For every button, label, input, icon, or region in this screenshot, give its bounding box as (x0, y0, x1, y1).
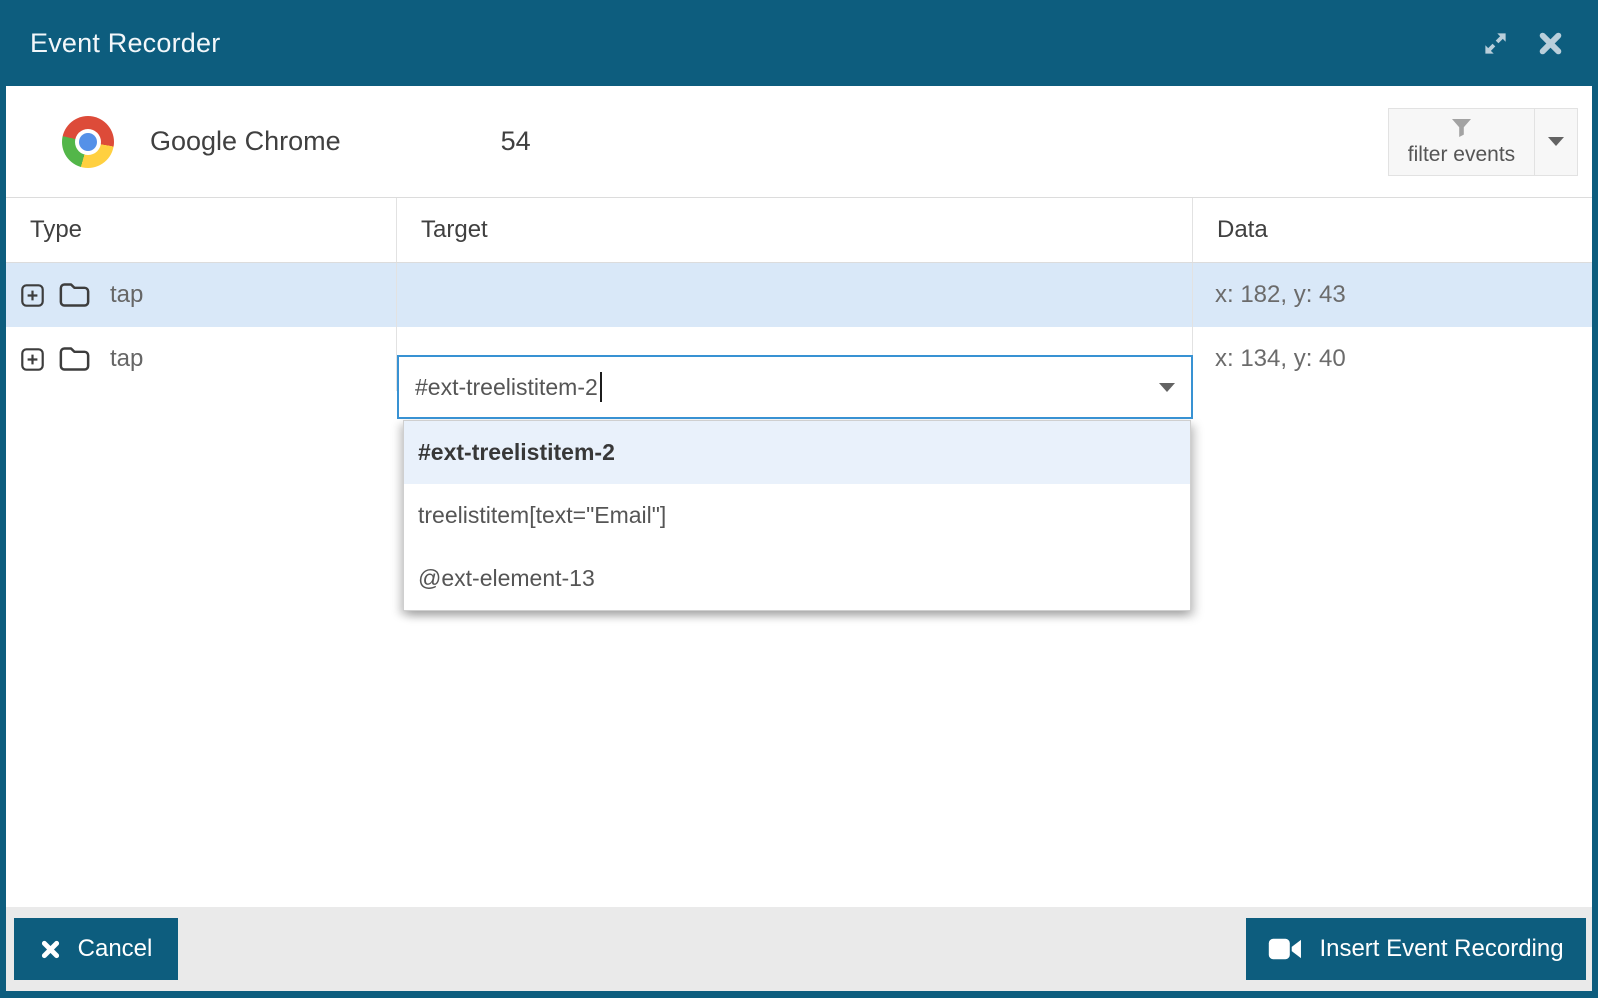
target-combo-dropdown: #ext-treelistitem-2 treelistitem[text="E… (403, 420, 1191, 611)
folder-icon (59, 283, 90, 307)
cancel-button[interactable]: Cancel (14, 918, 178, 980)
grid-body: tap x: 182, y: 43 tap x: 134, y: 40 #ext… (6, 263, 1592, 907)
close-icon[interactable] (1537, 30, 1564, 57)
column-header-type[interactable]: Type (6, 198, 397, 262)
footer-bar: Cancel Insert Event Recording (6, 907, 1592, 991)
browser-version: 54 (500, 126, 531, 156)
target-cell (397, 263, 1193, 327)
column-header-target[interactable]: Target (397, 198, 1193, 262)
cancel-x-icon (41, 940, 59, 958)
filter-events-label: filter events (1407, 143, 1516, 166)
dropdown-option[interactable]: @ext-element-13 (404, 547, 1190, 610)
titlebar: Event Recorder (0, 0, 1598, 86)
event-recorder-dialog: Event Recorder Google Chrome 54 filter e… (0, 0, 1598, 998)
titlebar-tools (1482, 30, 1564, 57)
filter-funnel-icon (1452, 119, 1471, 137)
dialog-content: Google Chrome 54 filter events Type Targ… (6, 86, 1592, 991)
target-combo-field[interactable]: #ext-treelistitem-2 (397, 355, 1193, 419)
maximize-icon[interactable] (1482, 30, 1509, 57)
data-cell: x: 182, y: 43 (1215, 281, 1346, 308)
target-combo-value[interactable]: #ext-treelistitem-2 (415, 374, 598, 401)
insert-event-recording-button[interactable]: Insert Event Recording (1246, 918, 1586, 980)
filter-events-menu-trigger[interactable] (1534, 108, 1577, 175)
chevron-down-icon (1548, 137, 1564, 146)
expand-plus-icon[interactable] (20, 283, 45, 308)
event-type-label: tap (110, 281, 144, 308)
type-cell: tap (6, 327, 397, 391)
insert-button-label: Insert Event Recording (1319, 935, 1564, 962)
browser-name: Google Chrome (150, 126, 341, 156)
grid-header: Type Target Data (6, 197, 1592, 263)
toolbar: Google Chrome 54 filter events (6, 86, 1592, 197)
text-cursor (599, 372, 602, 402)
dropdown-option[interactable]: treelistitem[text="Email"] (404, 484, 1190, 547)
filter-events-button[interactable]: filter events (1388, 107, 1578, 176)
table-row[interactable]: tap x: 182, y: 43 (6, 263, 1592, 327)
event-type-label: tap (110, 345, 144, 372)
data-cell: x: 134, y: 40 (1215, 345, 1346, 372)
chevron-down-icon (1159, 382, 1175, 392)
folder-icon (59, 347, 90, 371)
type-cell: tap (6, 263, 397, 327)
dialog-title: Event Recorder (30, 27, 221, 58)
cancel-button-label: Cancel (77, 935, 153, 962)
filter-events-main[interactable]: filter events (1389, 109, 1534, 175)
expand-plus-icon[interactable] (20, 347, 45, 372)
combo-trigger[interactable] (1143, 357, 1191, 417)
chrome-browser-icon (62, 115, 114, 168)
video-camera-icon (1269, 938, 1302, 960)
dropdown-option[interactable]: #ext-treelistitem-2 (404, 421, 1190, 484)
column-header-data[interactable]: Data (1193, 198, 1592, 262)
